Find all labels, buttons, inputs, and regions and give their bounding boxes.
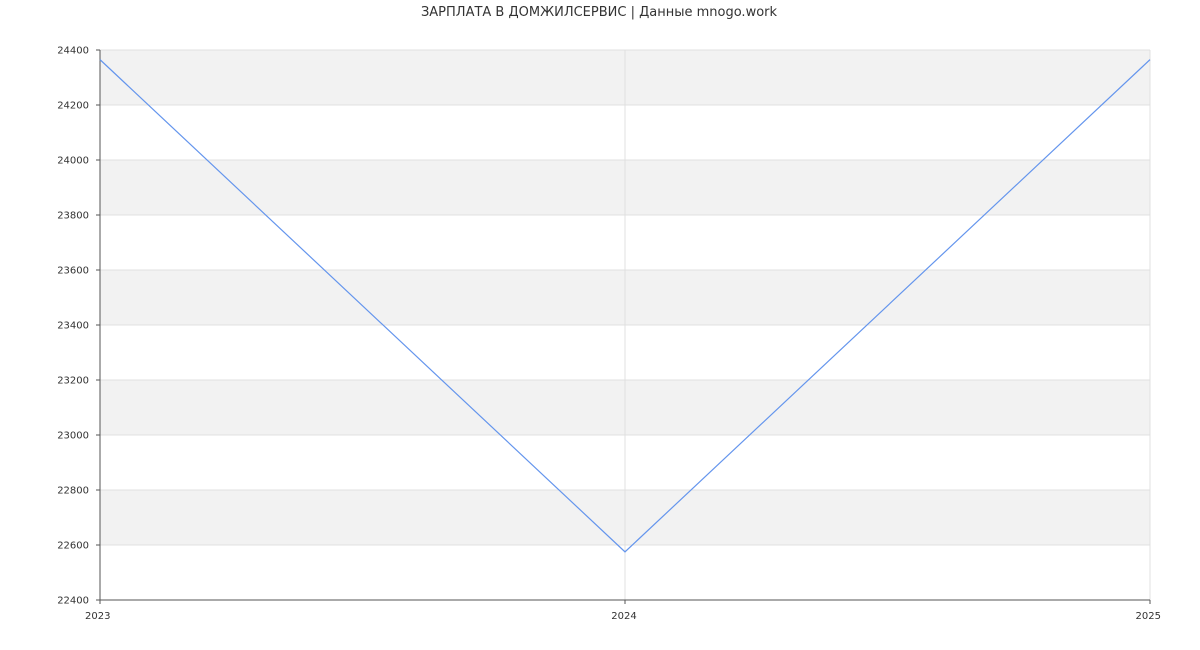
y-tick-label: 23000	[57, 431, 89, 442]
x-tick-label: 2024	[611, 611, 636, 622]
y-tick-label: 22800	[57, 486, 89, 497]
y-tick-label: 24000	[57, 156, 89, 167]
y-tick-label: 24200	[57, 101, 89, 112]
y-tick-label: 22600	[57, 541, 89, 552]
x-tick-label: 2023	[85, 611, 110, 622]
y-tick-label: 23200	[57, 376, 89, 387]
y-tick-label: 23600	[57, 266, 89, 277]
x-tick-label: 2025	[1136, 611, 1161, 622]
y-axis-ticks: 22400 22600 22800 23000 23200 23400 23600 23800…	[57, 46, 100, 607]
line-chart: ЗАРПЛАТА В ДОМЖИЛСЕРВИС | Данные mnogo.w…	[57, 5, 1161, 622]
y-tick-label: 22400	[57, 596, 89, 607]
y-tick-label: 23400	[57, 321, 89, 332]
chart-title: ЗАРПЛАТА В ДОМЖИЛСЕРВИС | Данные mnogo.w…	[421, 5, 778, 20]
y-tick-label: 24400	[57, 46, 89, 57]
chart-container: ЗАРПЛАТА В ДОМЖИЛСЕРВИС | Данные mnogo.w…	[0, 0, 1200, 650]
x-axis-ticks: 2023 2024 2025	[85, 600, 1161, 622]
y-tick-label: 23800	[57, 211, 89, 222]
